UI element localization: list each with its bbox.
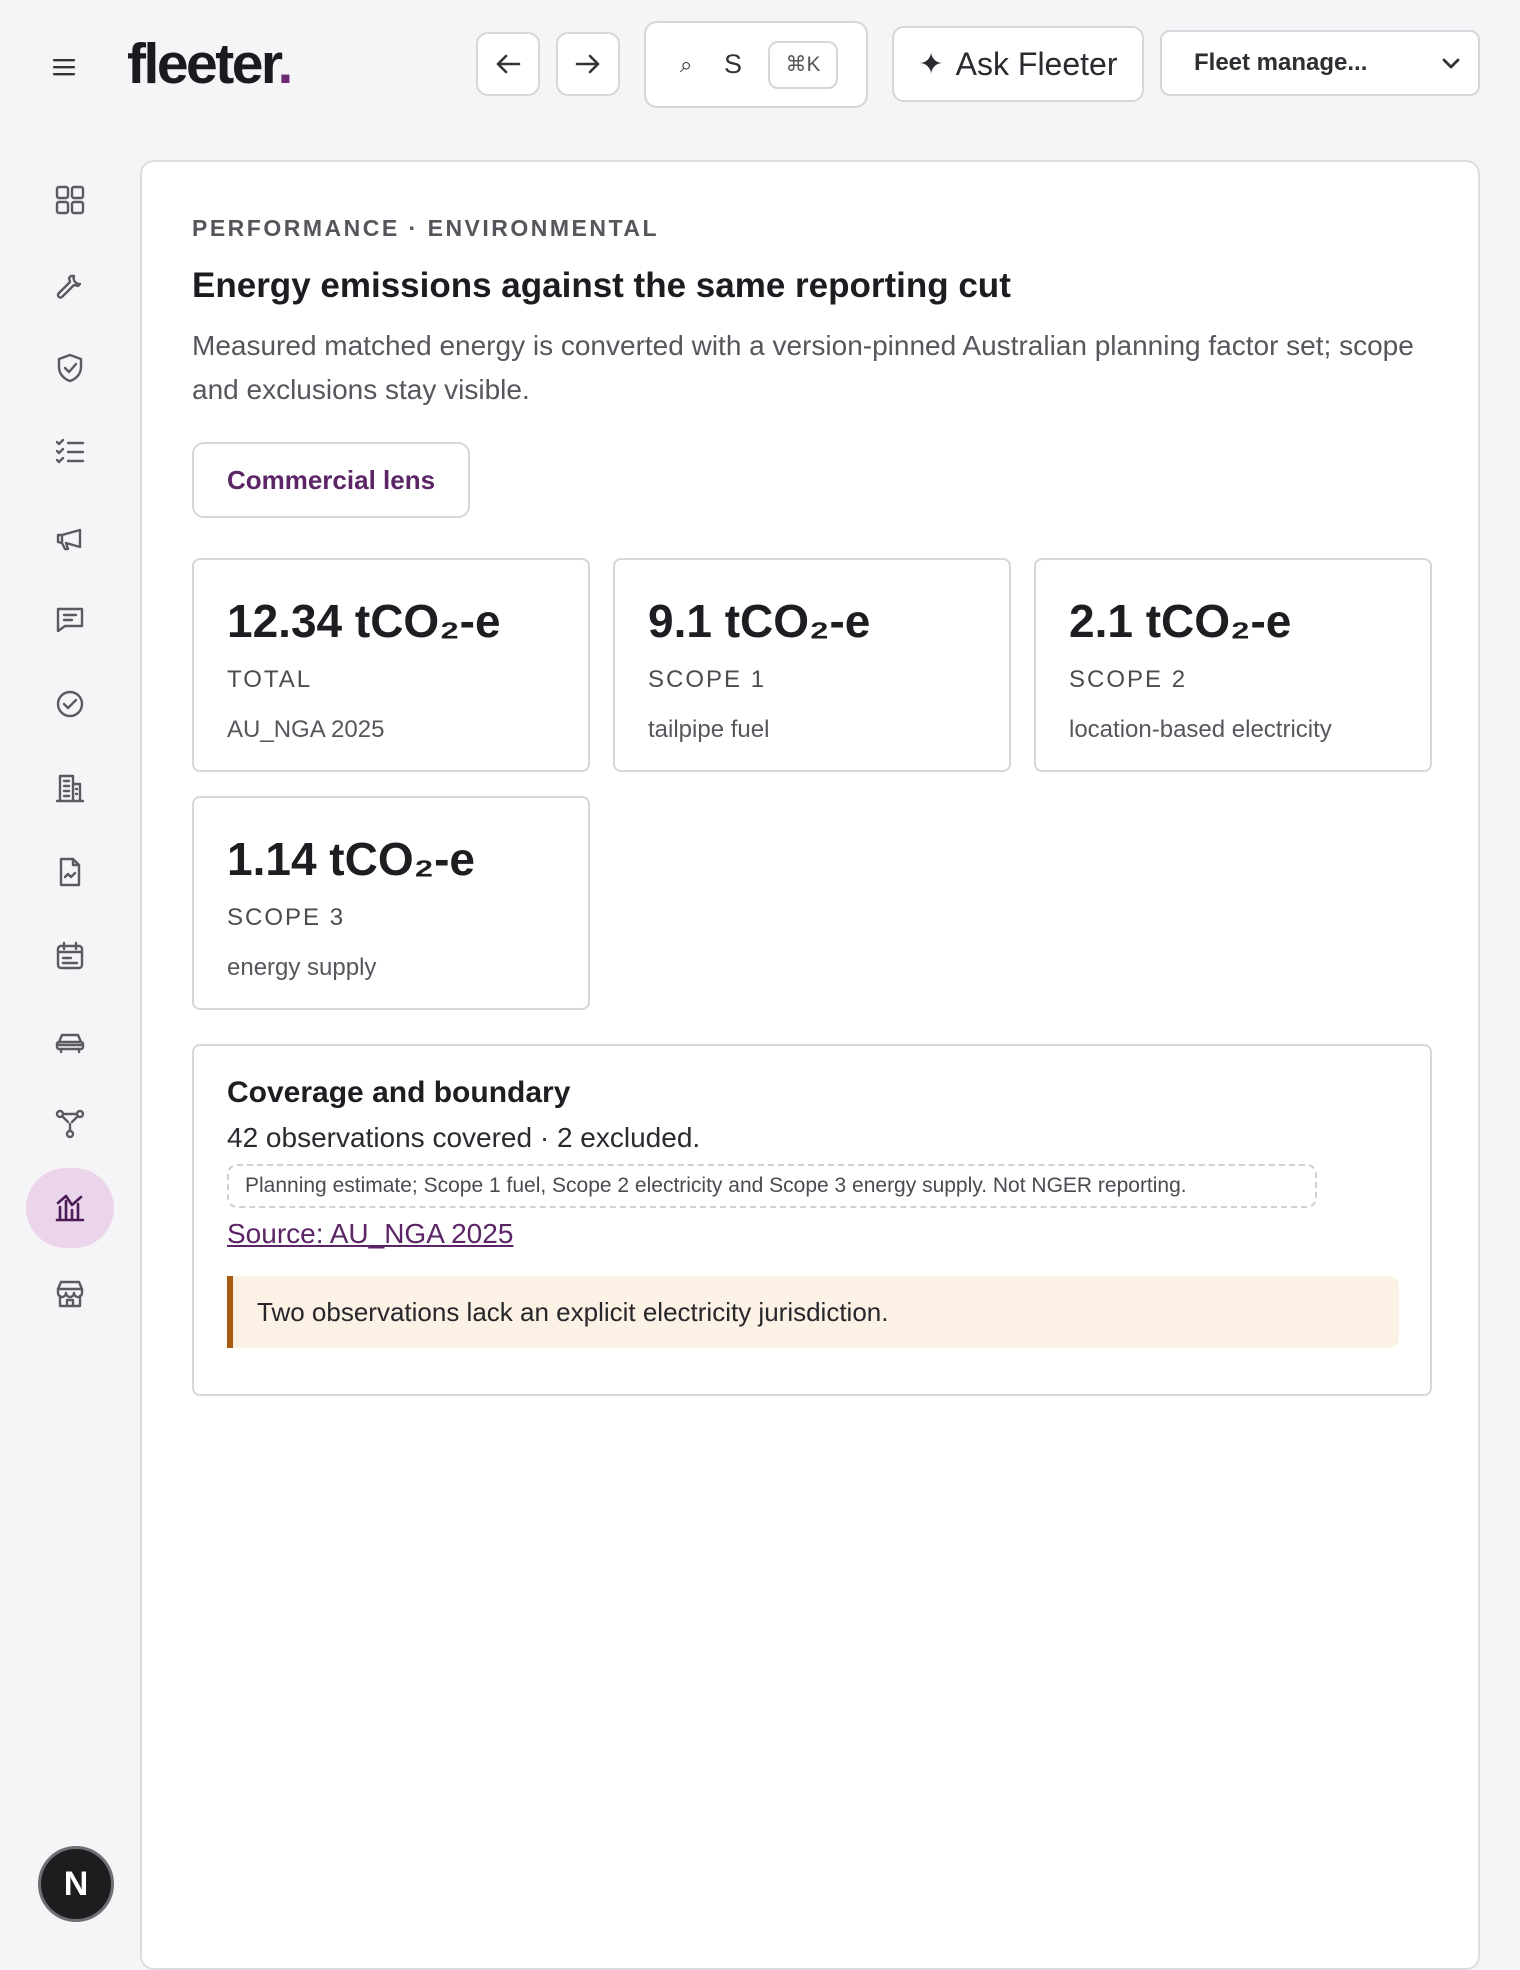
metric-value: 2.1 tCO₂-e	[1069, 595, 1292, 647]
dashboard-grid-icon	[55, 185, 85, 215]
sidebar-item-schedule[interactable]	[26, 916, 114, 996]
ask-fleeter-label: Ask Fleeter	[955, 45, 1118, 82]
shield-check-icon	[57, 353, 83, 383]
search-shortcut: ⌘K	[768, 40, 839, 89]
fleeter-logo[interactable]: fleeter.	[127, 28, 293, 100]
emissions-card: PERFORMANCE · ENVIRONMENTAL Energy emiss…	[140, 160, 1480, 1970]
source-link[interactable]: Source: AU_NGA 2025	[227, 1218, 513, 1250]
store-icon	[56, 1280, 84, 1308]
sparkle-icon: ✦	[918, 47, 944, 81]
metric-label: SCOPE 1	[648, 666, 767, 693]
metric-value: 1.14 tCO₂-e	[227, 833, 475, 885]
megaphone-icon	[56, 528, 82, 551]
metric-card-scope-1: 9.1 tCO₂-e SCOPE 1 tailpipe fuel	[613, 558, 1011, 772]
page-title: Energy emissions against the same report…	[192, 266, 1011, 305]
metric-card-scope-3: 1.14 tCO₂-e SCOPE 3 energy supply	[192, 796, 590, 1010]
metric-note: AU_NGA 2025	[227, 716, 385, 743]
sidebar-item-suppliers[interactable]	[26, 1254, 114, 1334]
fleet-select-value: Fleet manage...	[1194, 49, 1368, 76]
document-icon	[59, 857, 81, 887]
metric-note: tailpipe fuel	[648, 716, 770, 743]
search-text: S	[724, 49, 743, 79]
search-icon: ⌕	[680, 51, 693, 77]
network-icon	[55, 1109, 85, 1139]
metric-value: 12.34 tCO₂-e	[227, 595, 501, 647]
sidebar-item-maintenance[interactable]	[26, 246, 114, 326]
coverage-panel: Coverage and boundary 42 observations co…	[192, 1044, 1432, 1396]
arrow-right-icon	[575, 54, 600, 74]
commercial-lens-button[interactable]: Commercial lens	[192, 442, 470, 518]
metric-label: TOTAL	[227, 666, 313, 693]
metric-note: energy supply	[227, 954, 377, 981]
page-subtitle: Measured matched energy is converted wit…	[192, 330, 1414, 405]
metric-note: location-based electricity	[1069, 716, 1332, 743]
metric-label: SCOPE 3	[227, 904, 346, 931]
top-bar: fleeter. ⌕ S ⌘K ✦ Ask Fleeter Fleet mana…	[0, 0, 1520, 130]
chat-icon	[56, 607, 84, 633]
avatar[interactable]: N	[38, 1846, 114, 1922]
calendar-icon	[56, 941, 84, 970]
sidebar-item-documents[interactable]	[26, 832, 114, 912]
back-button[interactable]	[476, 32, 540, 96]
chart-icon	[55, 1194, 85, 1222]
sidebar-item-dashboard[interactable]	[26, 160, 114, 240]
car-icon	[55, 1033, 85, 1054]
section-eyebrow: PERFORMANCE · ENVIRONMENTAL	[192, 215, 660, 241]
ask-fleeter-button[interactable]: ✦ Ask Fleeter	[892, 26, 1144, 102]
wrench-icon	[56, 274, 82, 299]
sidebar-item-sites[interactable]	[26, 748, 114, 828]
metric-label: SCOPE 2	[1069, 666, 1188, 693]
building-icon	[55, 774, 85, 803]
coverage-title: Coverage and boundary	[227, 1076, 571, 1109]
checklist-icon	[55, 438, 85, 464]
sidebar-item-integrations[interactable]	[26, 1084, 114, 1164]
forward-button[interactable]	[556, 32, 620, 96]
metric-card-total: 12.34 tCO₂-e TOTAL AU_NGA 2025	[192, 558, 590, 772]
fleet-select[interactable]: Fleet manage...	[1160, 30, 1480, 96]
metric-value: 9.1 tCO₂-e	[648, 595, 871, 647]
sidebar-item-messages[interactable]	[26, 580, 114, 660]
coverage-count: 42 observations covered · 2 excluded.	[227, 1122, 701, 1153]
sidebar-item-campaigns[interactable]	[26, 498, 114, 578]
check-circle-icon	[56, 690, 84, 718]
chevron-down-icon	[1442, 58, 1460, 69]
sidebar-item-compliance[interactable]	[26, 328, 114, 408]
sidebar-item-vehicles[interactable]	[26, 1002, 114, 1082]
sidebar-item-tasks[interactable]	[26, 412, 114, 492]
hamburger-icon	[53, 59, 75, 76]
jurisdiction-warning: Two observations lack an explicit electr…	[227, 1276, 1399, 1348]
arrow-left-icon	[496, 54, 521, 74]
metric-card-scope-2: 2.1 tCO₂-e SCOPE 2 location-based electr…	[1034, 558, 1432, 772]
sidebar-item-performance[interactable]	[26, 1168, 114, 1248]
planning-estimate-note: Planning estimate; Scope 1 fuel, Scope 2…	[227, 1164, 1317, 1208]
search-button[interactable]: ⌕ S ⌘K	[644, 21, 868, 108]
hamburger-menu-button[interactable]	[44, 47, 84, 87]
sidebar-item-approvals[interactable]	[26, 664, 114, 744]
